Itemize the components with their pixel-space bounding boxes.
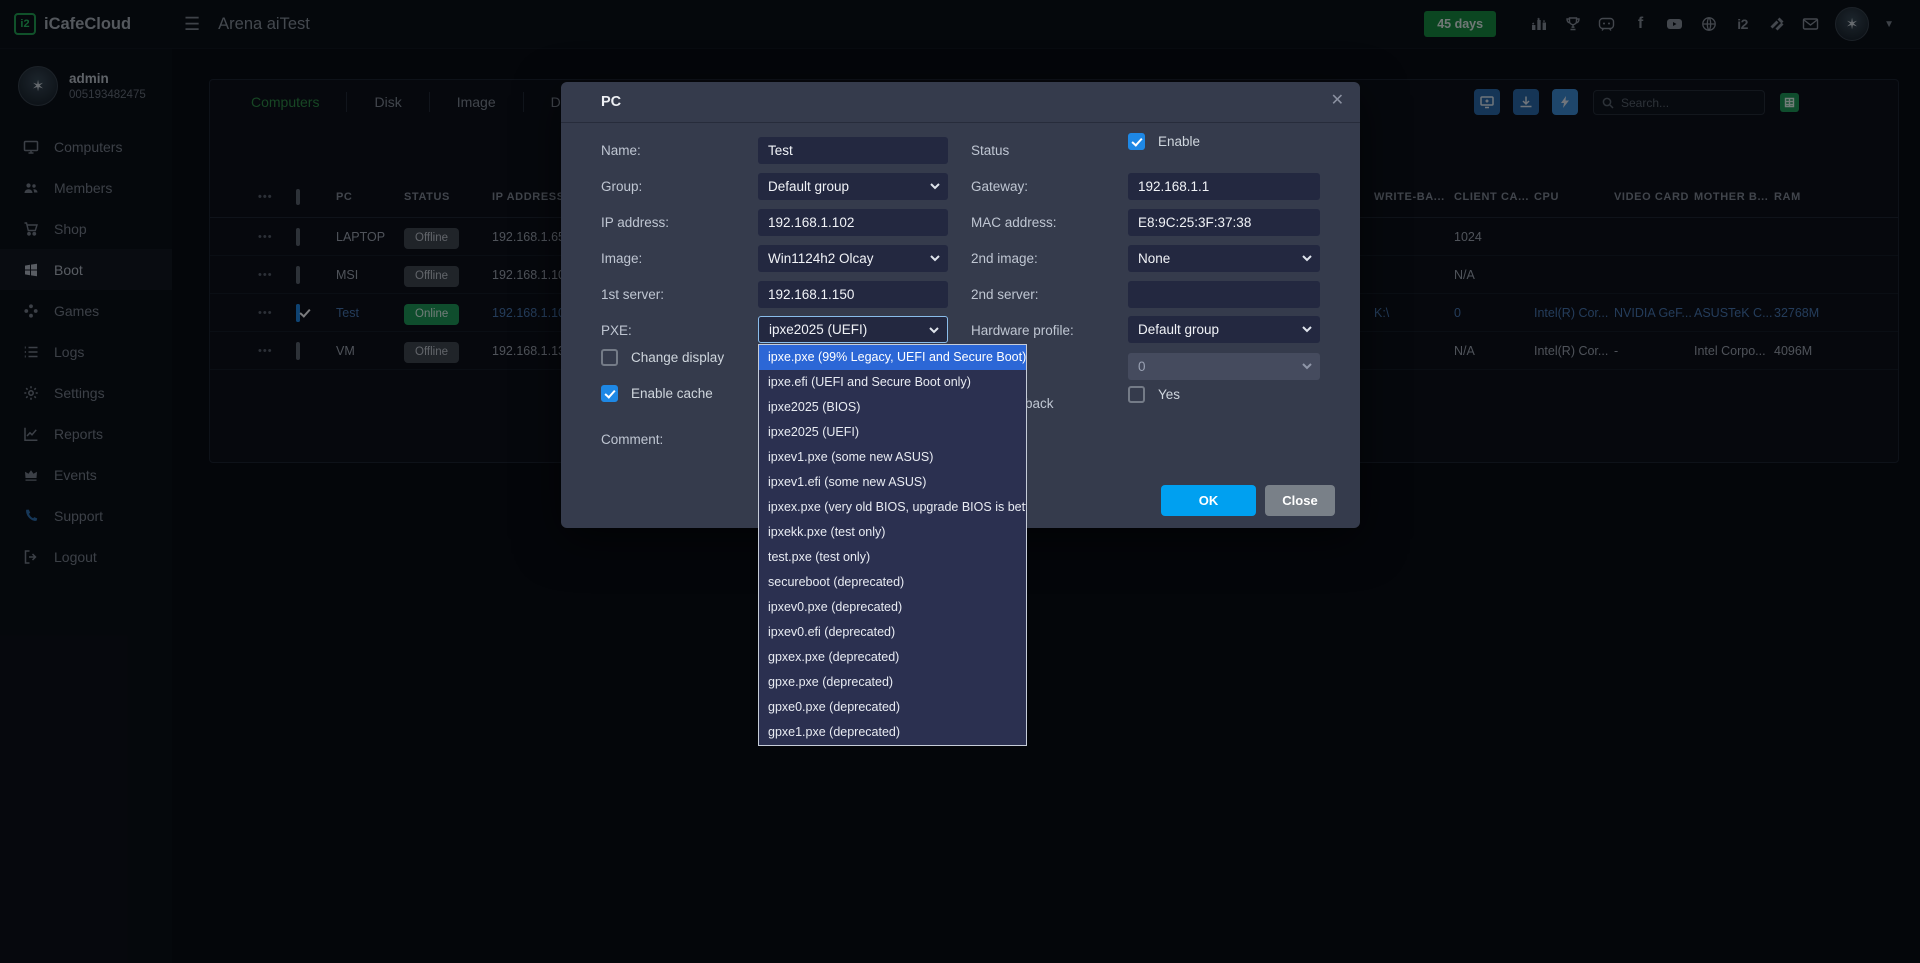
pxe-option[interactable]: ipxe2025 (BIOS) <box>759 395 1026 420</box>
close-icon[interactable]: ✕ <box>1331 90 1344 110</box>
pxe-option[interactable]: gpxe.pxe (deprecated) <box>759 670 1026 695</box>
hardware-profile-select[interactable]: Default group <box>1128 316 1320 343</box>
pxe-dropdown-list: ipxe.pxe (99% Legacy, UEFI and Secure Bo… <box>758 344 1027 746</box>
enable-cache-label: Enable cache <box>631 386 713 401</box>
chevron-down-icon <box>1302 254 1312 262</box>
chevron-down-icon <box>930 182 940 190</box>
change-display-label: Change display <box>631 350 724 365</box>
ip-address-label: IP address: <box>601 215 669 230</box>
hardware-profile-label: Hardware profile: <box>971 323 1074 338</box>
pxe-label: PXE: <box>601 323 632 338</box>
ok-button[interactable]: OK <box>1161 485 1256 516</box>
pxe-select[interactable]: ipxe2025 (UEFI) <box>758 316 948 343</box>
pxe-option[interactable]: test.pxe (test only) <box>759 545 1026 570</box>
status-enable-row: Enable <box>1128 133 1200 150</box>
chevron-down-icon <box>1302 362 1312 370</box>
second-server-label: 2nd server: <box>971 287 1039 302</box>
pxe-option[interactable]: ipxe.pxe (99% Legacy, UEFI and Secure Bo… <box>759 345 1026 370</box>
disabled-number-select: 0 <box>1128 353 1320 380</box>
chevron-down-icon <box>930 254 940 262</box>
enable-cache-checkbox[interactable] <box>601 385 618 402</box>
write-back-yes-checkbox[interactable] <box>1128 386 1145 403</box>
second-image-label: 2nd image: <box>971 251 1038 266</box>
pxe-option[interactable]: ipxekk.pxe (test only) <box>759 520 1026 545</box>
first-server-label: 1st server: <box>601 287 664 302</box>
pxe-option[interactable]: ipxev1.pxe (some new ASUS) <box>759 445 1026 470</box>
pxe-option[interactable]: gpxe1.pxe (deprecated) <box>759 720 1026 745</box>
modal-close-button[interactable]: Close <box>1265 485 1335 516</box>
write-back-label-fragment: back <box>1025 396 1054 411</box>
chevron-down-icon <box>1302 325 1312 333</box>
pxe-option[interactable]: ipxe2025 (UEFI) <box>759 420 1026 445</box>
name-field[interactable] <box>758 137 948 164</box>
first-server-field[interactable] <box>758 281 948 308</box>
group-label: Group: <box>601 179 642 194</box>
status-label: Status <box>971 143 1009 158</box>
pxe-option[interactable]: ipxev0.pxe (deprecated) <box>759 595 1026 620</box>
mac-address-label: MAC address: <box>971 215 1057 230</box>
comment-label: Comment: <box>601 432 663 447</box>
pxe-option[interactable]: gpxe0.pxe (deprecated) <box>759 695 1026 720</box>
modal-header-divider <box>561 122 1360 123</box>
group-select[interactable]: Default group <box>758 173 948 200</box>
pxe-option[interactable]: ipxev1.efi (some new ASUS) <box>759 470 1026 495</box>
status-enable-checkbox[interactable] <box>1128 133 1145 150</box>
write-back-yes-label: Yes <box>1158 387 1180 402</box>
modal-title: PC <box>601 94 621 110</box>
image-select[interactable]: Win1124h2 Olcay <box>758 245 948 272</box>
image-label: Image: <box>601 251 642 266</box>
enable-cache-row: Enable cache <box>601 385 713 402</box>
second-image-select[interactable]: None <box>1128 245 1320 272</box>
write-back-yes-row: Yes <box>1128 386 1180 403</box>
pxe-option[interactable]: ipxev0.efi (deprecated) <box>759 620 1026 645</box>
chevron-down-icon <box>929 326 939 334</box>
second-server-field[interactable] <box>1128 281 1320 308</box>
pxe-option[interactable]: secureboot (deprecated) <box>759 570 1026 595</box>
status-enable-label: Enable <box>1158 134 1200 149</box>
name-label: Name: <box>601 143 641 158</box>
mac-address-field[interactable] <box>1128 209 1320 236</box>
change-display-row: Change display <box>601 349 724 366</box>
change-display-checkbox[interactable] <box>601 349 618 366</box>
pxe-option[interactable]: gpxex.pxe (deprecated) <box>759 645 1026 670</box>
gateway-label: Gateway: <box>971 179 1028 194</box>
pxe-option[interactable]: ipxe.efi (UEFI and Secure Boot only) <box>759 370 1026 395</box>
gateway-field[interactable] <box>1128 173 1320 200</box>
ip-address-field[interactable] <box>758 209 948 236</box>
pxe-option[interactable]: ipxex.pxe (very old BIOS, upgrade BIOS i… <box>759 495 1026 520</box>
